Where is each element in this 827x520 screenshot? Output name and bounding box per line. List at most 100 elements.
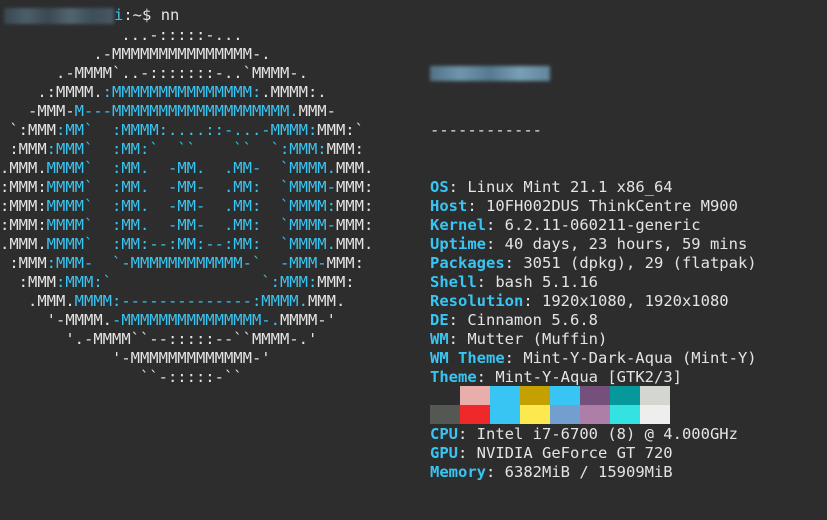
prompt-path: :~$ xyxy=(123,6,152,24)
ascii-logo-line: .-MMMM`..-:::::::-..`MMMM-. xyxy=(0,64,308,82)
info-key: Memory xyxy=(430,463,486,481)
ascii-logo-line: `:MMM:MM` :MMMM:....::-...-MMMM:MMM:` xyxy=(0,121,364,139)
palette-normal-row xyxy=(430,386,670,405)
palette-bright-swatch-2 xyxy=(490,405,520,424)
ascii-logo-segment: MMMM-' xyxy=(279,311,336,329)
info-row-host: Host: 10FH002DUS ThinkCentre M900 xyxy=(430,197,738,215)
palette-bright-swatch-4 xyxy=(550,405,580,424)
ascii-logo-line: '-MMMMMMMMMMMMM-' xyxy=(0,349,271,367)
info-key: Uptime xyxy=(430,235,486,253)
info-row-kernel: Kernel: 6.2.11-060211-generic xyxy=(430,216,701,234)
info-row-gpu: GPU: NVIDIA GeForce GT 720 xyxy=(430,444,673,462)
info-row-resolution: Resolution: 1920x1080, 1920x1080 xyxy=(430,292,729,310)
ascii-logo-segment: MMM: xyxy=(317,273,355,291)
ascii-logo-segment: :MM` :MMMM:....::-...-MMMM: xyxy=(56,121,318,139)
ascii-logo-segment: MMM: xyxy=(326,140,364,158)
ascii-logo-segment: -MMM- xyxy=(0,102,75,120)
palette-bright-row xyxy=(430,405,670,424)
ascii-logo-segment: MMM. xyxy=(307,292,346,310)
info-title xyxy=(430,64,757,83)
ascii-logo-line: :MMM:MMMM` :MM. -MM- .MM: `MMMM-MMM: xyxy=(0,178,373,196)
info-row-cpu: CPU: Intel i7-6700 (8) @ 4.000GHz xyxy=(430,425,738,443)
info-row-uptime: Uptime: 40 days, 23 hours, 59 mins xyxy=(430,235,748,253)
info-value: 40 days, 23 hours, 59 mins xyxy=(504,235,748,253)
ascii-logo-segment: MMMM` :MM. -MM. .MM- `MMMM. xyxy=(46,159,336,177)
info-separator: ------------ xyxy=(430,121,542,139)
palette-bright-swatch-7 xyxy=(640,405,670,424)
palette-bright-swatch-5 xyxy=(580,405,610,424)
ascii-logo-segment: MMMM` :MM. -MM- .MM: `MMMM: xyxy=(46,197,336,215)
info-row-wm-theme: WM Theme: Mint-Y-Dark-Aqua (Mint-Y) xyxy=(430,349,757,367)
ascii-logo-segment: :MMM xyxy=(0,254,47,272)
palette-normal-swatch-3 xyxy=(520,386,550,405)
ascii-logo-segment: :MMM xyxy=(0,273,56,291)
ascii-logo-line: .MMM.MMMM:--------------:MMMM.MMM. xyxy=(0,292,345,310)
ascii-logo-segment: :MMM:` `:MMM: xyxy=(56,273,318,291)
ascii-logo-segment: MMM- xyxy=(298,102,336,120)
redacted-user-host xyxy=(430,66,550,81)
palette-normal-swatch-0 xyxy=(430,386,460,405)
redacted-username xyxy=(4,7,114,24)
info-rows: OS: Linux Mint 21.1 x86_64 Host: 10FH002D… xyxy=(430,178,757,482)
info-value: bash 5.1.16 xyxy=(495,273,598,291)
distro-ascii-logo: ...-:::::-... .-MMMMMMMMMMMMMMM-. .-MMMM… xyxy=(0,26,373,387)
info-key: Kernel xyxy=(430,216,486,234)
ascii-logo-line: '.-MMMM``--:::::--``MMMM-.' xyxy=(0,330,317,348)
info-row-memory: Memory: 6382MiB / 15909MiB xyxy=(430,463,673,481)
ascii-logo-line: .MMM.MMMM` :MM. -MM. .MM- `MMMM.MMM. xyxy=(0,159,373,177)
ascii-logo-segment: .-MMMM`..-:::::::-..`MMMM-. xyxy=(0,64,308,82)
ascii-logo-segment: '-MMMM. xyxy=(0,311,112,329)
palette-normal-swatch-6 xyxy=(610,386,640,405)
ascii-logo-segment: .MMM. xyxy=(0,292,75,310)
info-value: Linux Mint 21.1 x86_64 xyxy=(467,178,673,196)
info-row-shell: Shell: bash 5.1.16 xyxy=(430,273,598,291)
info-row-theme: Theme: Mint-Y-Aqua [GTK2/3] xyxy=(430,368,682,386)
ascii-logo-segment: :MMM: xyxy=(0,197,47,215)
info-row-wm: WM: Mutter (Muffin) xyxy=(430,330,608,348)
prompt-command: nn xyxy=(160,6,180,24)
prompt-host: i xyxy=(114,6,124,24)
info-value: Mint-Y-Aqua [GTK2/3] xyxy=(495,368,682,386)
ascii-logo-segment: :MMM: xyxy=(0,216,47,234)
ascii-logo-segment: :MMMMMMMMMMMMMMM: xyxy=(102,83,262,101)
ascii-logo-segment: MMMM` :MM:--:MM:--:MM: `MMMM. xyxy=(46,235,336,253)
ascii-logo-segment: MMM: xyxy=(335,216,374,234)
ascii-logo-line: .MMM.MMMM` :MM:--:MM:--:MM: `MMMM.MMM. xyxy=(0,235,373,253)
ascii-logo-segment: MMM: xyxy=(326,254,364,272)
info-value: 10FH002DUS ThinkCentre M900 xyxy=(486,197,738,215)
ascii-logo-line: .-MMMMMMMMMMMMMMM-. xyxy=(0,45,270,63)
ascii-logo-segment: :MMM xyxy=(0,140,47,158)
ascii-logo-segment: MMM. xyxy=(335,235,374,253)
palette-normal-swatch-1 xyxy=(460,386,490,405)
ascii-logo-line: :MMM:MMMM` :MM. -MM- .MM: `MMMM:MMM: xyxy=(0,197,373,215)
info-key: DE xyxy=(430,311,449,329)
ascii-logo-segment: .MMMM:. xyxy=(261,83,327,101)
palette-bright-swatch-6 xyxy=(610,405,640,424)
info-row-de: DE: Cinnamon 5.6.8 xyxy=(430,311,598,329)
ascii-logo-segment: :MMM` :MM:` `` `` `:MMM: xyxy=(46,140,327,158)
ascii-logo-line: .:MMMM.:MMMMMMMMMMMMMMM:.MMMM:. xyxy=(0,83,327,101)
info-value: 1920x1080, 1920x1080 xyxy=(542,292,729,310)
ascii-logo-segment: ``-:::::-`` xyxy=(0,368,243,386)
color-palette xyxy=(430,386,670,424)
ascii-logo-segment: .:MMMM. xyxy=(0,83,103,101)
info-row-packages: Packages: 3051 (dpkg), 29 (flatpak) xyxy=(430,254,757,272)
info-value: NVIDIA GeForce GT 720 xyxy=(476,444,673,462)
info-key: OS xyxy=(430,178,449,196)
info-key: GPU xyxy=(430,444,458,462)
ascii-logo-segment: MMM: xyxy=(335,178,374,196)
info-row-os: OS: Linux Mint 21.1 x86_64 xyxy=(430,178,673,196)
info-key: Host xyxy=(430,197,468,215)
ascii-logo-segment: '.-MMMM``--:::::--``MMMM-.' xyxy=(0,330,318,348)
palette-normal-swatch-5 xyxy=(580,386,610,405)
ascii-logo-segment: MMMM` :MM. -MM- .MM: `MMMM- xyxy=(46,178,336,196)
palette-normal-swatch-7 xyxy=(640,386,670,405)
ascii-logo-line: '-MMMM.-MMMMMMMMMMMMMMM-.MMMM-' xyxy=(0,311,336,329)
palette-normal-swatch-4 xyxy=(550,386,580,405)
ascii-logo-line: -MMM-M---MMMMMMMMMMMMMMMMMMM.MMM- xyxy=(0,102,336,120)
ascii-logo-segment: :MMM: xyxy=(0,178,47,196)
info-key: Resolution xyxy=(430,292,524,310)
terminal-window[interactable]: i:~$ nn ...-:::::-... .-MMMMMMMMMMMMMMM-… xyxy=(0,0,827,481)
ascii-logo-segment: MMM: xyxy=(335,197,374,215)
info-key: WM xyxy=(430,330,449,348)
